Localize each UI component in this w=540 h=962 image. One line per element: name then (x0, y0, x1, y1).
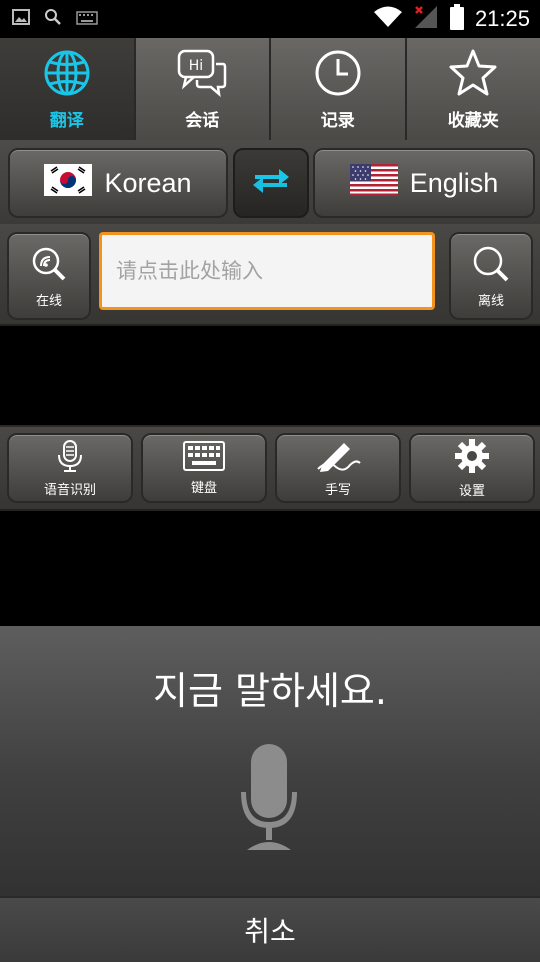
voice-input-dialog: 지금 말하세요. 취소 (0, 626, 540, 960)
offline-search-button[interactable]: 离线 (449, 232, 533, 320)
gallery-notification-icon (12, 9, 30, 29)
keyboard-icon (183, 441, 225, 475)
offline-label: 离线 (478, 290, 504, 309)
search-icon (471, 244, 511, 288)
handwriting-button[interactable]: 手写 (275, 433, 401, 503)
clock-icon (313, 48, 363, 102)
cancel-button[interactable]: 취소 (0, 896, 540, 962)
gear-icon (454, 438, 490, 478)
tab-conversation[interactable]: Hi 会话 (136, 38, 272, 140)
settings-label: 设置 (459, 480, 485, 499)
tab-history[interactable]: 记录 (271, 38, 407, 140)
language-bar: Korean English (0, 140, 540, 224)
main-tabs: 翻译 Hi 会话 记录 收藏夹 (0, 38, 540, 142)
tab-favorites[interactable]: 收藏夹 (407, 38, 540, 140)
microphone-icon (56, 439, 84, 477)
tab-label: 收藏夹 (448, 106, 499, 131)
chat-bubble-icon: Hi (176, 48, 228, 102)
star-icon (447, 48, 499, 102)
search-notification-icon (44, 8, 62, 30)
keyboard-notification-icon (76, 10, 98, 29)
large-microphone-icon (237, 742, 301, 856)
tab-label: 翻译 (50, 106, 84, 131)
globe-icon (42, 48, 92, 102)
handwriting-label: 手写 (325, 479, 351, 498)
korea-flag-icon (44, 164, 92, 203)
tab-label: 会话 (185, 106, 219, 131)
swap-languages-button[interactable] (233, 148, 309, 218)
source-language-label: Korean (104, 168, 191, 199)
online-label: 在线 (36, 290, 62, 309)
input-bar: 在线 离线 (0, 224, 540, 326)
online-search-button[interactable]: 在线 (7, 232, 91, 320)
keyboard-label: 键盘 (191, 477, 217, 496)
svg-text:Hi: Hi (189, 58, 203, 74)
voice-recognition-button[interactable]: 语音识别 (7, 433, 133, 503)
translate-input-field[interactable] (99, 232, 435, 310)
speak-now-prompt: 지금 말하세요. (0, 660, 540, 715)
target-language-button[interactable]: English (313, 148, 535, 218)
tab-translate[interactable]: 翻译 (0, 38, 136, 140)
source-language-button[interactable]: Korean (8, 148, 228, 218)
keyboard-button[interactable]: 键盘 (141, 433, 267, 503)
input-method-toolbar: 语音识别 键盘 手写 设置 (0, 425, 540, 511)
wifi-icon (373, 5, 403, 33)
signal-no-sim-icon (413, 4, 439, 34)
battery-icon (449, 4, 465, 34)
status-bar: 21:25 (0, 0, 540, 38)
tab-label: 记录 (321, 106, 355, 131)
voice-recognition-label: 语音识别 (44, 479, 96, 498)
pen-icon (314, 439, 362, 477)
online-search-icon (29, 244, 69, 288)
swap-arrows-icon (249, 166, 293, 200)
target-language-label: English (410, 168, 499, 199)
clock-time: 21:25 (475, 6, 530, 32)
usa-flag-icon (350, 164, 398, 203)
settings-button[interactable]: 设置 (409, 433, 535, 503)
